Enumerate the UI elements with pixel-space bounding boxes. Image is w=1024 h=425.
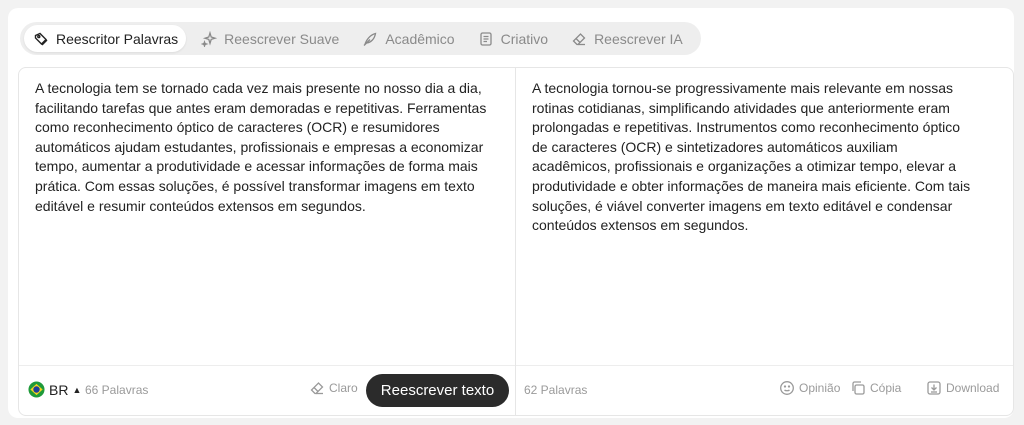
input-textarea[interactable]: A tecnologia tem se tornado cada vez mai… — [35, 79, 495, 216]
language-selector[interactable]: BR ▲ — [28, 381, 81, 398]
tab-label: Acadêmico — [385, 30, 455, 47]
input-word-count: 66 Palavras — [85, 383, 149, 397]
output-footer: 62 Palavras Opinião Cópia Download — [516, 365, 1013, 415]
language-label: BR — [49, 381, 69, 398]
output-text: A tecnologia tornou-se progressivamente … — [532, 80, 971, 234]
feedback-label: Opinião — [799, 381, 841, 395]
caret-up-icon: ▲ — [72, 384, 82, 395]
output-panel: A tecnologia tornou-se progressivamente … — [516, 68, 1013, 415]
clear-label: Claro — [329, 381, 358, 395]
brazil-flag-icon — [28, 381, 45, 398]
input-panel: A tecnologia tem se tornado cada vez mai… — [19, 68, 516, 415]
copy-label: Cópia — [870, 381, 902, 395]
tab-label: Criativo — [500, 30, 549, 47]
tab-reescritor-palavras[interactable]: Reescritor Palavras — [24, 25, 187, 52]
feather-icon — [361, 30, 379, 48]
tab-label: Reescrever Suave — [224, 30, 340, 47]
rewrite-text-button[interactable]: Reescrever texto — [366, 374, 509, 407]
tab-criativo[interactable]: Criativo — [469, 25, 556, 52]
smiley-icon — [780, 381, 794, 395]
book-icon — [477, 30, 495, 48]
tab-label: Reescrever IA — [594, 30, 683, 47]
mode-tabs: Reescritor Palavras Reescrever Suave Aca… — [20, 22, 701, 55]
copy-button[interactable]: Cópia — [850, 380, 901, 396]
tab-reescrever-ia[interactable]: Reescrever IA — [562, 25, 691, 52]
sparkles-icon — [200, 30, 218, 48]
download-label: Download — [946, 381, 1000, 395]
input-footer: BR ▲ 66 Palavras Claro Reescrever texto — [19, 365, 515, 415]
copy-icon — [852, 381, 865, 395]
download-icon — [927, 381, 941, 395]
tab-reescrever-suave[interactable]: Reescrever Suave — [192, 25, 347, 52]
editor-panels: A tecnologia tem se tornado cada vez mai… — [18, 67, 1014, 416]
download-button[interactable]: Download — [926, 380, 999, 396]
eraser-icon — [310, 382, 324, 395]
feedback-button[interactable]: Opinião — [779, 380, 840, 396]
pencil-tag-icon — [32, 30, 50, 48]
eraser-icon — [570, 30, 588, 48]
output-word-count: 62 Palavras — [524, 383, 588, 397]
clear-button[interactable]: Claro — [309, 380, 358, 396]
tab-academico[interactable]: Acadêmico — [353, 25, 462, 52]
tab-label: Reescritor Palavras — [56, 30, 179, 47]
